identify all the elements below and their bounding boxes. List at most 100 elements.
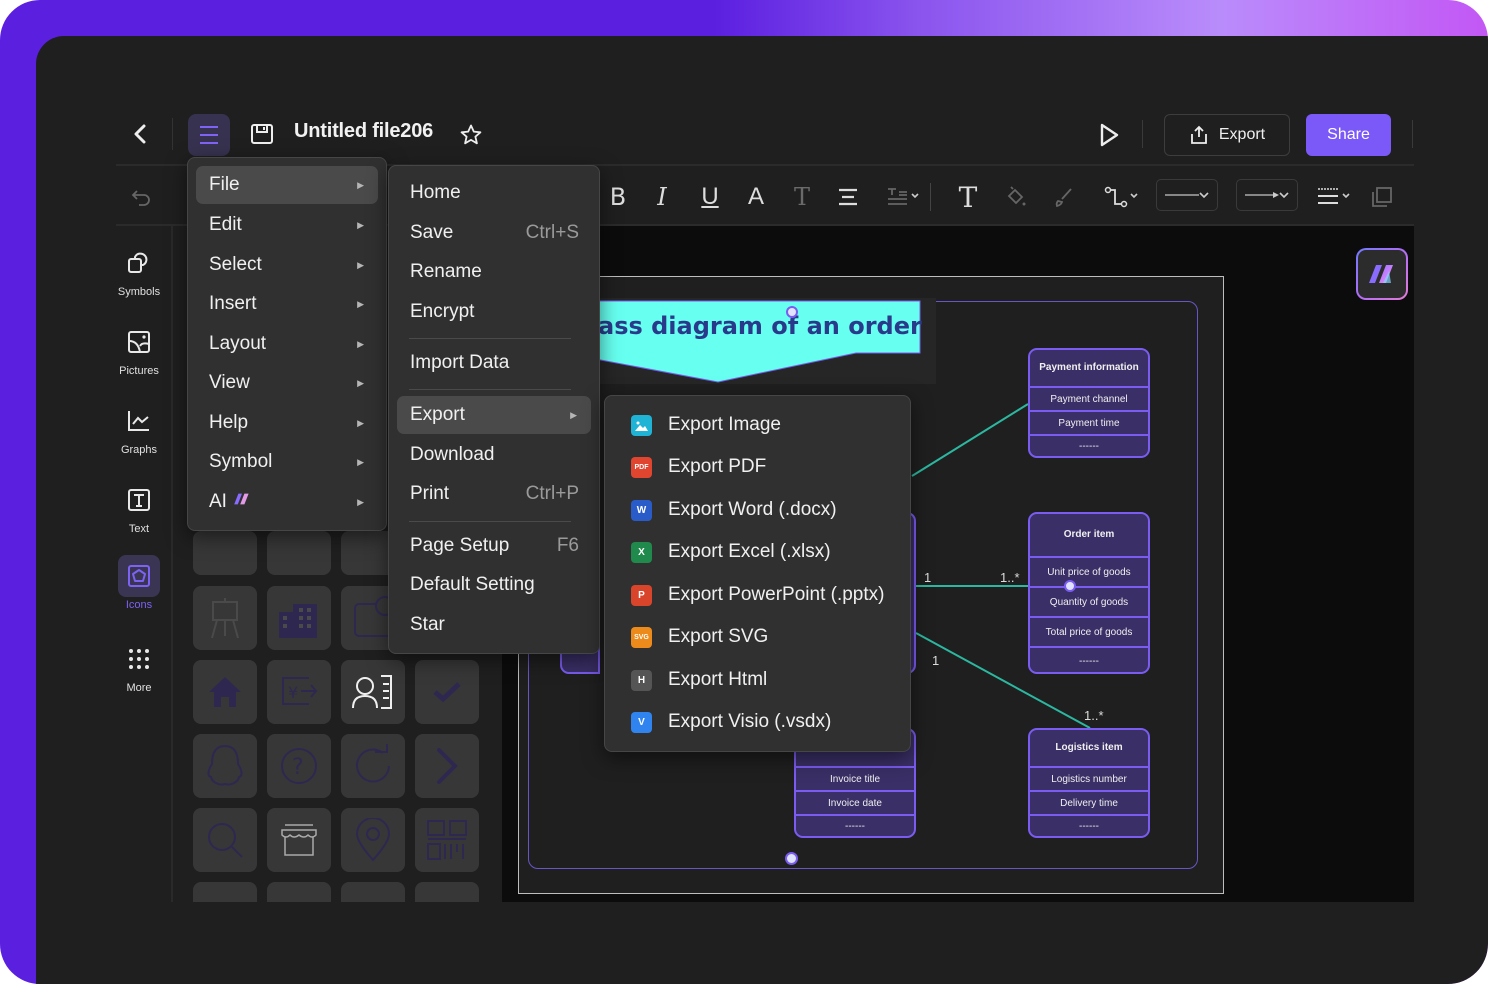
caret-right-icon: ▶ bbox=[357, 496, 364, 507]
menu-item-encrypt[interactable]: Encrypt bbox=[397, 293, 591, 331]
file-submenu: Home Save Ctrl+S Rename Encrypt Import Da… bbox=[388, 165, 600, 654]
menu-item-export-svg[interactable]: SVG Export SVG bbox=[605, 616, 910, 658]
caret-right-icon: ▶ bbox=[357, 456, 364, 467]
shortcut-label: Ctrl+P bbox=[525, 483, 579, 504]
class-attribute: Payment time bbox=[1030, 410, 1148, 434]
menu-label: Save bbox=[410, 222, 454, 243]
menu-label: AI bbox=[209, 491, 227, 512]
svg-file-icon: SVG bbox=[631, 626, 652, 648]
menu-item-page-setup[interactable]: Page Setup F6 bbox=[397, 527, 591, 565]
menu-item-export-html[interactable]: H Export Html bbox=[605, 659, 910, 701]
caret-right-icon: ▶ bbox=[357, 377, 364, 388]
export-submenu: Export Image PDF Export PDF W Export Wor… bbox=[604, 395, 911, 752]
menu-item-export-pdf[interactable]: PDF Export PDF bbox=[605, 446, 910, 488]
window-frame: Untitled file206 Export Share B I U A T … bbox=[0, 0, 1488, 984]
menu-label: Export bbox=[410, 404, 465, 425]
menu-label: Export PowerPoint (.pptx) bbox=[668, 584, 885, 605]
class-title: Payment information bbox=[1039, 362, 1139, 373]
main-menu: File ▶ Edit ▶ Select ▶ Insert ▶ Layout ▶ View… bbox=[187, 157, 387, 531]
class-attribute: Invoice date bbox=[796, 790, 914, 814]
powerpoint-file-icon: P bbox=[631, 584, 652, 606]
visio-file-icon: V bbox=[631, 711, 652, 733]
menu-label: Download bbox=[410, 444, 495, 465]
menu-item-symbol[interactable]: Symbol ▶ bbox=[196, 443, 378, 481]
multiplicity-label: 1..* bbox=[1084, 708, 1104, 723]
menu-label: Page Setup bbox=[410, 535, 510, 556]
menu-label: Symbol bbox=[209, 451, 273, 472]
caret-right-icon: ▶ bbox=[357, 298, 364, 309]
caret-right-icon: ▶ bbox=[357, 338, 364, 349]
menu-label: Export Image bbox=[668, 414, 781, 435]
menu-item-export[interactable]: Export ▶ bbox=[397, 396, 591, 434]
class-attribute: Delivery time bbox=[1030, 790, 1148, 814]
menu-label: Export Html bbox=[668, 669, 768, 690]
class-order-item[interactable]: Order item Unit price of goods Quantity … bbox=[1028, 512, 1150, 674]
menu-item-rename[interactable]: Rename bbox=[397, 253, 591, 291]
menu-label: Layout bbox=[209, 333, 267, 354]
menu-label: View bbox=[209, 372, 250, 393]
ai-assistant-button[interactable] bbox=[1356, 248, 1408, 300]
class-attribute: Invoice title bbox=[796, 766, 914, 790]
menu-label: Print bbox=[410, 483, 450, 504]
menu-label: Edit bbox=[209, 214, 242, 235]
menu-item-view[interactable]: View ▶ bbox=[196, 364, 378, 402]
resize-handle[interactable] bbox=[785, 852, 798, 865]
menu-item-help[interactable]: Help ▶ bbox=[196, 404, 378, 442]
menu-item-home[interactable]: Home bbox=[397, 174, 591, 212]
class-attribute: ------ bbox=[796, 814, 914, 836]
menu-item-export-image[interactable]: Export Image bbox=[605, 404, 910, 446]
class-title: Logistics item bbox=[1055, 742, 1123, 753]
menu-divider bbox=[409, 338, 571, 339]
class-attribute: ------ bbox=[1030, 814, 1148, 836]
menu-item-save[interactable]: Save Ctrl+S bbox=[397, 214, 591, 252]
class-attribute: Logistics number bbox=[1030, 766, 1148, 790]
class-logistics-item[interactable]: Logistics item Logistics number Delivery… bbox=[1028, 728, 1150, 838]
menu-item-star[interactable]: Star bbox=[397, 606, 591, 644]
menu-item-file[interactable]: File ▶ bbox=[196, 166, 378, 204]
class-attribute: Unit price of goods bbox=[1030, 556, 1148, 586]
multiplicity-label: 1..* bbox=[1000, 570, 1020, 585]
menu-item-export-powerpoint[interactable]: P Export PowerPoint (.pptx) bbox=[605, 574, 910, 616]
menu-label: Select bbox=[209, 254, 262, 275]
menu-item-print[interactable]: Print Ctrl+P bbox=[397, 475, 591, 513]
class-attribute: Total price of goods bbox=[1030, 616, 1148, 646]
shortcut-label: Ctrl+S bbox=[525, 222, 579, 243]
menu-label: Export Word (.docx) bbox=[668, 499, 837, 520]
menu-label: Insert bbox=[209, 293, 257, 314]
menu-item-ai[interactable]: AI ▶ bbox=[196, 483, 378, 521]
menu-label: Export Excel (.xlsx) bbox=[668, 541, 831, 562]
caret-right-icon: ▶ bbox=[357, 219, 364, 230]
menu-label: Export PDF bbox=[668, 456, 767, 477]
menu-item-import-data[interactable]: Import Data bbox=[397, 344, 591, 382]
caret-right-icon: ▶ bbox=[570, 409, 577, 420]
menu-item-insert[interactable]: Insert ▶ bbox=[196, 285, 378, 323]
menu-item-export-word[interactable]: W Export Word (.docx) bbox=[605, 489, 910, 531]
class-payment-information[interactable]: Payment information Payment channel Paym… bbox=[1028, 348, 1150, 458]
menu-label: Encrypt bbox=[410, 301, 475, 322]
pdf-file-icon: PDF bbox=[631, 456, 652, 478]
class-attribute: ------ bbox=[1030, 646, 1148, 672]
multiplicity-label: 1 bbox=[924, 570, 932, 585]
menu-item-layout[interactable]: Layout ▶ bbox=[196, 325, 378, 363]
menu-divider bbox=[409, 389, 571, 390]
menu-item-download[interactable]: Download bbox=[397, 436, 591, 474]
app-window: Untitled file206 Export Share B I U A T … bbox=[36, 36, 1488, 984]
caret-right-icon: ▶ bbox=[357, 179, 364, 190]
connection-point[interactable] bbox=[1064, 580, 1076, 592]
menu-item-default-setting[interactable]: Default Setting bbox=[397, 566, 591, 604]
menu-label: Default Setting bbox=[410, 574, 535, 595]
class-attribute: ------ bbox=[1030, 434, 1148, 456]
shortcut-label: F6 bbox=[556, 535, 579, 556]
menu-item-export-excel[interactable]: X Export Excel (.xlsx) bbox=[605, 531, 910, 573]
ai-logo-icon bbox=[1369, 265, 1393, 283]
menu-label: File bbox=[209, 174, 240, 195]
menu-item-select[interactable]: Select ▶ bbox=[196, 246, 378, 284]
menu-item-edit[interactable]: Edit ▶ bbox=[196, 206, 378, 244]
multiplicity-label: 1 bbox=[932, 653, 940, 668]
menu-label: Help bbox=[209, 412, 249, 433]
caret-right-icon: ▶ bbox=[357, 417, 364, 428]
menu-label: Export Visio (.vsdx) bbox=[668, 711, 832, 732]
class-attribute: Quantity of goods bbox=[1030, 586, 1148, 616]
menu-item-export-visio[interactable]: V Export Visio (.vsdx) bbox=[605, 701, 910, 743]
word-file-icon: W bbox=[631, 499, 652, 521]
